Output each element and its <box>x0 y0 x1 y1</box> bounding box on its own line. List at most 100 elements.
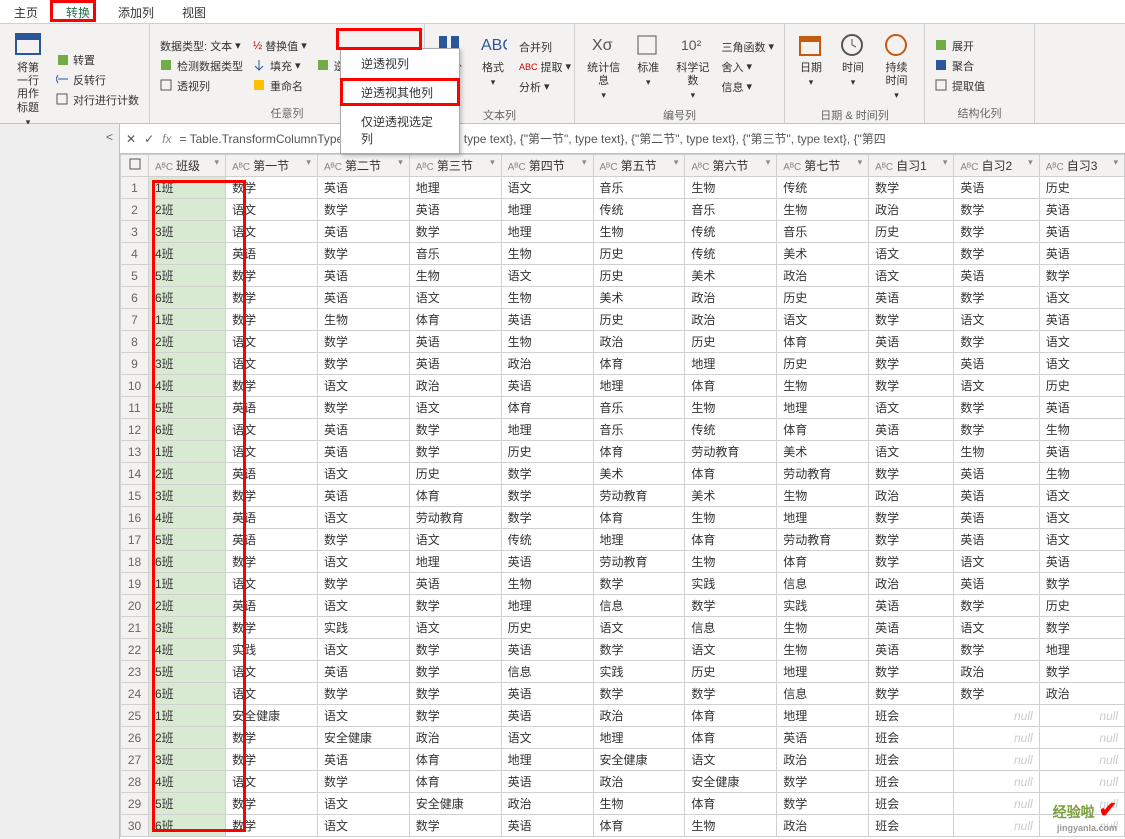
cell[interactable]: 政治 <box>685 309 777 331</box>
cell[interactable]: 生物 <box>409 265 501 287</box>
cell[interactable]: 生物 <box>501 287 593 309</box>
cell[interactable]: 历史 <box>501 441 593 463</box>
cell[interactable]: 英语 <box>869 331 954 353</box>
formula-cancel-icon[interactable]: ✕ <box>126 132 136 146</box>
cell[interactable]: 地理 <box>409 551 501 573</box>
cell[interactable]: 班会 <box>869 705 954 727</box>
cell[interactable]: 体育 <box>409 749 501 771</box>
cell[interactable]: 英语 <box>954 463 1039 485</box>
cell[interactable]: 语文 <box>226 199 318 221</box>
cell[interactable]: 数学 <box>501 463 593 485</box>
cell[interactable]: 数学 <box>869 463 954 485</box>
row-number[interactable]: 10 <box>121 375 149 397</box>
date-button[interactable]: 日期▾ <box>793 28 829 105</box>
cell[interactable]: 体育 <box>409 485 501 507</box>
use-first-row-headers-button[interactable]: 将第一行用作标题▾ <box>8 28 48 132</box>
cell[interactable]: 生物 <box>777 639 869 661</box>
cell[interactable]: 美术 <box>777 441 869 463</box>
cell[interactable]: 英语 <box>501 683 593 705</box>
table-row[interactable]: 246班语文数学数学英语数学数学信息数学数学政治 <box>121 683 1125 705</box>
cell[interactable]: 历史 <box>501 617 593 639</box>
cell[interactable]: 安全健康 <box>317 727 409 749</box>
cell[interactable]: 生物 <box>1039 463 1124 485</box>
cell[interactable]: 政治 <box>954 661 1039 683</box>
cell[interactable]: 4班 <box>149 375 226 397</box>
cell[interactable]: 历史 <box>593 243 685 265</box>
row-number[interactable]: 24 <box>121 683 149 705</box>
cell[interactable]: 音乐 <box>777 221 869 243</box>
cell[interactable]: 体育 <box>409 309 501 331</box>
row-number[interactable]: 28 <box>121 771 149 793</box>
cell[interactable]: 英语 <box>869 419 954 441</box>
row-number[interactable]: 5 <box>121 265 149 287</box>
cell[interactable]: 政治 <box>593 771 685 793</box>
cell[interactable]: 信息 <box>777 573 869 595</box>
cell[interactable]: 5班 <box>149 661 226 683</box>
unpivot-menu-item-0[interactable]: 逆透视列 <box>341 49 459 78</box>
cell[interactable]: 生物 <box>777 485 869 507</box>
cell[interactable]: 数学 <box>1039 265 1124 287</box>
data-grid[interactable]: AᴮC班级▾AᴮC第一节▾AᴮC第二节▾AᴮC第三节▾AᴮC第四节▾AᴮC第五节… <box>120 154 1125 839</box>
row-number[interactable]: 25 <box>121 705 149 727</box>
cell[interactable]: 语文 <box>777 309 869 331</box>
cell[interactable]: 2班 <box>149 727 226 749</box>
cell[interactable]: 体育 <box>593 815 685 837</box>
cell[interactable]: 数学 <box>226 749 318 771</box>
cell[interactable]: 地理 <box>501 221 593 243</box>
cell[interactable]: 英语 <box>409 331 501 353</box>
time-button[interactable]: 时间▾ <box>835 28 871 105</box>
cell[interactable]: 语文 <box>317 595 409 617</box>
cell[interactable]: 安全健康 <box>409 793 501 815</box>
formula-accept-icon[interactable]: ✓ <box>144 132 154 146</box>
numinfo-button[interactable]: 信息 ▾ <box>719 78 776 96</box>
cell[interactable]: 3班 <box>149 749 226 771</box>
cell[interactable]: 历史 <box>869 221 954 243</box>
table-row[interactable]: 44班英语数学音乐生物历史传统美术语文数学英语 <box>121 243 1125 265</box>
cell[interactable]: 3班 <box>149 485 226 507</box>
count-rows-button[interactable]: 对行进行计数 <box>54 91 141 109</box>
cell[interactable]: 信息 <box>501 661 593 683</box>
table-row[interactable]: 55班数学英语生物语文历史美术政治语文英语数学 <box>121 265 1125 287</box>
scientific-button[interactable]: 10² 科学记数▾ <box>672 28 713 105</box>
cell[interactable]: 劳动教育 <box>685 441 777 463</box>
cell[interactable]: 数学 <box>317 771 409 793</box>
cell[interactable]: 语文 <box>226 573 318 595</box>
cell[interactable]: 数学 <box>593 639 685 661</box>
cell[interactable]: 美术 <box>777 243 869 265</box>
table-row[interactable]: 104班数学语文政治英语地理体育生物数学语文历史 <box>121 375 1125 397</box>
cell[interactable]: 体育 <box>685 727 777 749</box>
cell[interactable]: 英语 <box>777 727 869 749</box>
reverse-rows-button[interactable]: 反转行 <box>54 71 141 89</box>
cell[interactable]: 1班 <box>149 177 226 199</box>
cell[interactable]: 政治 <box>777 265 869 287</box>
cell[interactable]: 英语 <box>1039 397 1124 419</box>
table-row[interactable]: 191班语文数学英语生物数学实践信息政治英语数学 <box>121 573 1125 595</box>
cell[interactable]: 地理 <box>685 353 777 375</box>
cell[interactable]: 劳动教育 <box>409 507 501 529</box>
cell[interactable]: 数学 <box>954 595 1039 617</box>
cell[interactable]: 4班 <box>149 507 226 529</box>
column-header[interactable]: AᴮC第四节▾ <box>501 155 593 177</box>
cell[interactable]: 历史 <box>593 265 685 287</box>
cell[interactable]: 语文 <box>409 529 501 551</box>
row-number[interactable]: 6 <box>121 287 149 309</box>
cell[interactable]: 政治 <box>409 727 501 749</box>
cell[interactable]: 信息 <box>777 683 869 705</box>
cell[interactable]: 数学 <box>954 199 1039 221</box>
cell[interactable]: 英语 <box>501 771 593 793</box>
table-row[interactable]: 33班语文英语数学地理生物传统音乐历史数学英语 <box>121 221 1125 243</box>
cell[interactable]: 政治 <box>869 199 954 221</box>
cell[interactable]: 英语 <box>226 595 318 617</box>
cell[interactable]: null <box>954 815 1039 837</box>
cell[interactable]: 5班 <box>149 397 226 419</box>
cell[interactable]: 音乐 <box>593 397 685 419</box>
table-row[interactable]: 93班语文数学英语政治体育地理历史数学英语语文 <box>121 353 1125 375</box>
cell[interactable]: 生物 <box>777 199 869 221</box>
cell[interactable]: 2班 <box>149 595 226 617</box>
table-row[interactable]: 126班语文英语数学地理音乐传统体育英语数学生物 <box>121 419 1125 441</box>
cell[interactable]: 安全健康 <box>593 749 685 771</box>
cell[interactable]: 数学 <box>501 485 593 507</box>
cell[interactable]: 数学 <box>777 771 869 793</box>
cell[interactable]: 生物 <box>593 221 685 243</box>
cell[interactable]: 语文 <box>409 287 501 309</box>
